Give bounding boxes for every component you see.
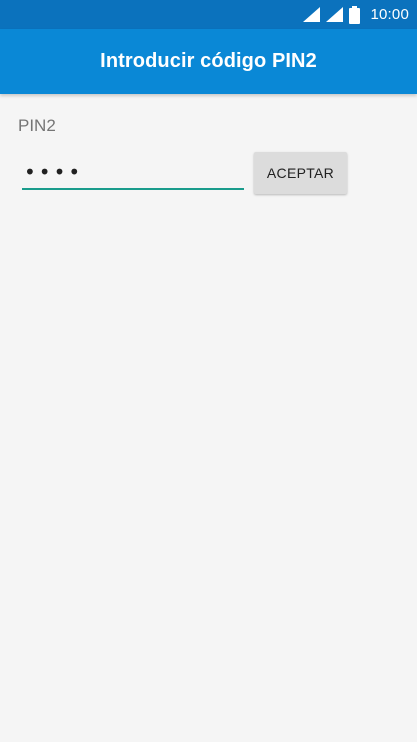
- cellular-signal-icon: [326, 7, 344, 22]
- accept-button[interactable]: ACEPTAR: [254, 152, 347, 194]
- pin2-label: PIN2: [18, 116, 56, 135]
- battery-icon: [349, 5, 361, 24]
- pin2-input[interactable]: [22, 156, 244, 190]
- wifi-signal-icon: [303, 7, 321, 22]
- status-clock: 10:00: [370, 6, 409, 23]
- status-bar: 10:00: [0, 0, 417, 29]
- app-bar: Introducir código PIN2: [0, 29, 417, 94]
- content-area: PIN2 ACEPTAR: [0, 94, 417, 742]
- page-title: Introducir código PIN2: [100, 50, 317, 72]
- status-icons: 10:00: [303, 0, 409, 29]
